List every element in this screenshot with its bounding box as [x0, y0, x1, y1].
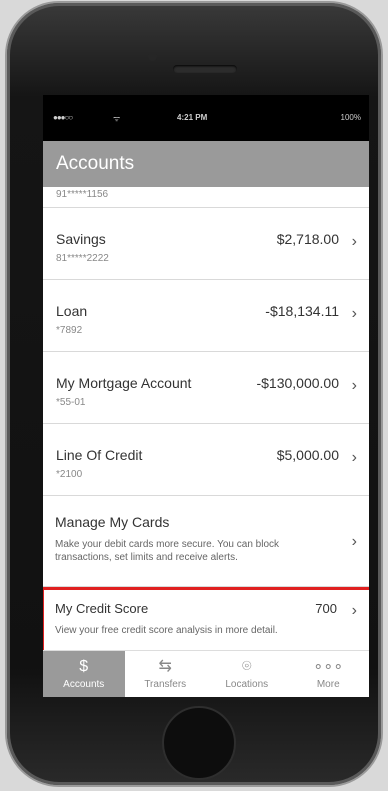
- highlight-box: [43, 587, 369, 653]
- tab-more[interactable]: ∘∘∘ More: [288, 651, 370, 697]
- chevron-right-icon: ›: [351, 377, 357, 394]
- chevron-right-icon: ›: [351, 533, 357, 550]
- manage-cards-description: Make your debit cards more secure. You c…: [55, 539, 280, 563]
- status-time: 4:21 PM: [177, 113, 208, 122]
- map-pin-icon: ⌾: [241, 658, 252, 675]
- tab-accounts[interactable]: $ Accounts: [43, 651, 125, 697]
- front-camera: [148, 52, 157, 61]
- wifi-icon: ᯤ: [113, 114, 121, 123]
- phone-frame: ●●●○○ ᯤ 4:21 PM 100% Accounts 91*****115…: [7, 3, 381, 785]
- accounts-list: 91*****1156 Savings 81*****2222 $2,718.0…: [43, 187, 369, 653]
- battery-indicator: 100%: [340, 113, 361, 122]
- account-row-partial[interactable]: 91*****1156: [43, 187, 369, 208]
- tab-transfers[interactable]: ⇆ Transfers: [125, 651, 207, 697]
- account-balance: $2,718.00: [276, 231, 339, 247]
- tab-bar: $ Accounts ⇆ Transfers ⌾ Locations ∘∘∘ M…: [43, 650, 369, 697]
- chevron-right-icon: ›: [351, 305, 357, 322]
- account-number: *55-01: [56, 397, 86, 408]
- account-name: Line Of Credit: [56, 447, 143, 463]
- home-button[interactable]: [162, 706, 236, 780]
- tab-label: More: [316, 679, 340, 690]
- app-screen: ●●●○○ ᯤ 4:21 PM 100% Accounts 91*****115…: [43, 95, 369, 697]
- status-bar: ●●●○○ ᯤ 4:21 PM 100%: [43, 95, 369, 141]
- credit-score-value: 700: [315, 601, 337, 616]
- tab-label: Transfers: [144, 679, 187, 690]
- tab-label: Accounts: [63, 679, 105, 690]
- account-row-mortgage[interactable]: My Mortgage Account *55-01 -$130,000.00 …: [43, 352, 369, 424]
- account-balance: $5,000.00: [276, 447, 339, 463]
- page-title: Accounts: [43, 141, 369, 187]
- account-number: *7892: [56, 325, 83, 336]
- credit-score-title: My Credit Score: [55, 601, 149, 616]
- account-row-loan[interactable]: Loan *7892 -$18,134.11 ›: [43, 280, 369, 352]
- manage-cards-row[interactable]: Manage My Cards Make your debit cards mo…: [43, 496, 369, 587]
- account-name: Loan: [56, 303, 88, 319]
- account-name: My Mortgage Account: [56, 375, 192, 391]
- manage-cards-title: Manage My Cards: [55, 514, 170, 530]
- tab-locations[interactable]: ⌾ Locations: [206, 651, 288, 697]
- chevron-right-icon: ›: [351, 602, 357, 619]
- chevron-right-icon: ›: [351, 449, 357, 466]
- tab-label: Locations: [225, 679, 269, 690]
- account-number: 91*****1156: [56, 189, 109, 200]
- account-name: Savings: [56, 231, 106, 247]
- credit-score-description: View your free credit score analysis in …: [55, 625, 278, 636]
- account-balance: -$130,000.00: [256, 375, 339, 391]
- chevron-right-icon: ›: [351, 233, 357, 250]
- account-row-savings[interactable]: Savings 81*****2222 $2,718.00 ›: [43, 208, 369, 280]
- credit-score-row[interactable]: My Credit Score 700 View your free credi…: [43, 587, 369, 653]
- account-number: 81*****2222: [56, 253, 109, 264]
- account-row-line-of-credit[interactable]: Line Of Credit *2100 $5,000.00 ›: [43, 424, 369, 496]
- more-dots-icon: ∘∘∘: [313, 658, 344, 675]
- account-number: *2100: [56, 469, 83, 480]
- transfer-arrows-icon: ⇆: [158, 658, 172, 675]
- signal-icon: ●●●○○: [53, 113, 73, 122]
- earpiece-speaker: [173, 65, 237, 73]
- dollar-icon: $: [79, 658, 89, 675]
- account-balance: -$18,134.11: [265, 303, 339, 319]
